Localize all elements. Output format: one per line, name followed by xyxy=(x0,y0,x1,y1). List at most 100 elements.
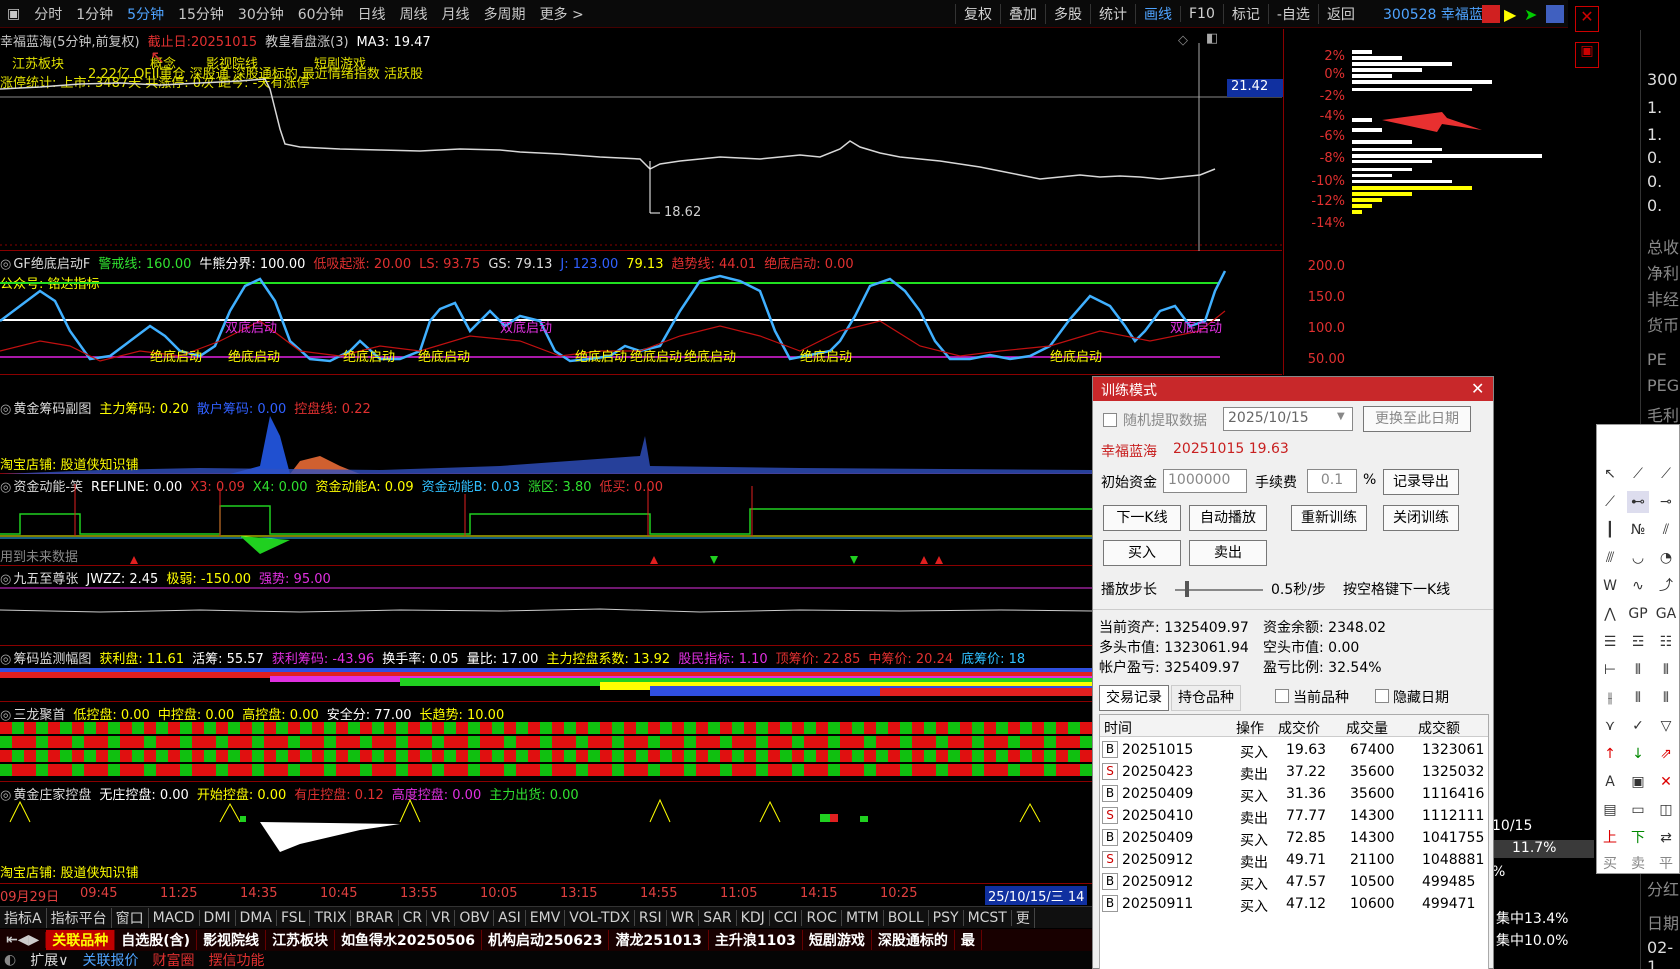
tab-60min[interactable]: 60分钟 xyxy=(291,4,351,24)
table-row[interactable]: B 20250409 买入 31.36 35600 1116416 xyxy=(1100,783,1488,805)
indicator-pane-zhuang[interactable]: ◎ 黄金庄家控盘 无庄控盘: 0.00 开始控盘: 0.00 有庄控盘: 0.12 高度控… xyxy=(0,782,1282,884)
tab-ruyu[interactable]: 如鱼得水20250506 xyxy=(335,930,482,950)
circle-icon[interactable]: ◔ xyxy=(1655,547,1677,569)
capital-input[interactable]: 1000000 xyxy=(1163,469,1247,493)
check-icon[interactable]: ✓ xyxy=(1627,715,1649,737)
fib3-icon[interactable]: ☷ xyxy=(1655,631,1677,653)
period2-icon[interactable]: ⦀ xyxy=(1655,659,1677,681)
tab-asi[interactable]: ASI xyxy=(494,909,526,926)
vline-icon[interactable]: ┃ xyxy=(1599,519,1621,541)
tab-obv[interactable]: OBV xyxy=(455,909,495,926)
current-only-checkbox[interactable] xyxy=(1275,689,1289,703)
bars2-icon[interactable]: ⦀ xyxy=(1655,687,1677,709)
ray-icon[interactable]: ⟋ xyxy=(1655,463,1677,485)
go-up-icon[interactable]: 上 xyxy=(1599,827,1621,849)
main-price-pane[interactable]: 幸福蓝海(5分钟,前复权) 截止日:20251015 教皇看盘涨(3) MA3: 19… xyxy=(0,29,1282,251)
stats-button[interactable]: 统计 xyxy=(1090,4,1135,24)
arc-icon[interactable]: ◡ xyxy=(1627,547,1649,569)
tab-mcst[interactable]: MCST xyxy=(964,909,1012,926)
tab-zhushenglang[interactable]: 主升浪1103 xyxy=(709,930,803,950)
tab-30min[interactable]: 30分钟 xyxy=(231,4,291,24)
wealth-circle[interactable]: 财富圈 xyxy=(152,950,194,969)
tab-related[interactable]: 关联品种 xyxy=(46,930,116,950)
tab-rsi[interactable]: RSI xyxy=(635,909,667,926)
go-down-icon[interactable]: 下 xyxy=(1627,827,1649,849)
tab-wr[interactable]: WR xyxy=(667,909,700,926)
panel-toggle-icon[interactable]: ◧ xyxy=(1206,31,1218,46)
delete-icon[interactable]: ✕ xyxy=(1655,771,1677,793)
tab-cr[interactable]: CR xyxy=(399,909,428,926)
tab-dma[interactable]: DMA xyxy=(236,909,277,926)
table-row[interactable]: B 20250912 买入 47.57 10500 499485 xyxy=(1100,871,1488,893)
zigzag-icon[interactable]: ⋀ xyxy=(1599,603,1621,625)
gp-icon[interactable]: GP xyxy=(1627,603,1649,625)
indicator-pane-chipmon[interactable]: ◎ 筹码监测幅图 获利盘: 11.61 活筹: 55.57 获利筹码: -43.96 换手… xyxy=(0,646,1282,702)
tab-jigou[interactable]: 机构启动250623 xyxy=(482,930,610,950)
tab-cci[interactable]: CCI xyxy=(770,909,803,926)
retrain-button[interactable]: 重新训练 xyxy=(1291,505,1367,531)
ruler-icon[interactable]: ▭ xyxy=(1627,799,1649,821)
swing-function[interactable]: 摆信功能 xyxy=(208,950,264,969)
indicator-pane-chips[interactable]: ◎ 黄金筹码副图 主力筹码: 0.20 散户筹码: 0.00 控盘线: 0.22 淘宝店… xyxy=(0,396,1282,474)
tab-brar[interactable]: BRAR xyxy=(351,909,399,926)
overlay-button[interactable]: 叠加 xyxy=(1000,4,1045,24)
tab-multi[interactable]: 多周期 xyxy=(477,4,533,24)
mark-button[interactable]: 标记 xyxy=(1222,4,1268,24)
line-segment-icon[interactable]: ⟋ xyxy=(1627,463,1649,485)
tab-short-drama[interactable]: 短剧游戏 xyxy=(803,930,872,950)
wave-icon[interactable]: W xyxy=(1599,575,1621,597)
indicator-pane-gf[interactable]: ◎ GF绝底启动F 警戒线: 160.00 牛熊分界: 100.00 低吸起涨: 20.… xyxy=(0,251,1282,375)
channel-icon[interactable]: ⫻ xyxy=(1599,547,1621,569)
gann-icon[interactable]: ⫲ xyxy=(1599,687,1621,709)
tab-last[interactable]: 最 xyxy=(955,930,982,950)
fib2-icon[interactable]: ☲ xyxy=(1627,631,1649,653)
down-arrow-icon[interactable]: ↓ xyxy=(1627,743,1649,765)
tab-macd[interactable]: MACD xyxy=(149,909,200,926)
random-checkbox[interactable] xyxy=(1103,413,1117,427)
close-training-button[interactable]: 关闭训练 xyxy=(1383,505,1459,531)
tab-trade-records[interactable]: 交易记录 xyxy=(1099,685,1169,711)
table-row[interactable]: S 20250912 卖出 49.71 21100 1048881 xyxy=(1100,849,1488,871)
close-icon[interactable]: ✕ xyxy=(1575,6,1599,32)
tab-nav-icon[interactable]: ⇤◀▶ xyxy=(0,932,47,948)
buy-button[interactable]: 买入 xyxy=(1103,540,1181,566)
f10-button[interactable]: F10 xyxy=(1180,6,1223,22)
tab-sar[interactable]: SAR xyxy=(699,909,737,926)
pane-menu-icon[interactable]: ◎ xyxy=(0,652,11,666)
up-arrow-icon[interactable]: ↑ xyxy=(1599,743,1621,765)
sell-button[interactable]: 卖出 xyxy=(1189,540,1267,566)
hline-icon[interactable]: ⊷ xyxy=(1627,491,1649,513)
window-icon[interactable] xyxy=(1546,5,1564,23)
tab-emv[interactable]: EMV xyxy=(526,909,566,926)
tab-week[interactable]: 周线 xyxy=(393,4,435,24)
fee-input[interactable]: 0.1 xyxy=(1307,469,1357,493)
text-icon[interactable]: A xyxy=(1599,771,1621,793)
tab-more[interactable]: 更多 > xyxy=(533,4,591,24)
remove-watch-button[interactable]: -自选 xyxy=(1267,4,1318,24)
table-row[interactable]: S 20250410 卖出 77.77 14300 1112111 xyxy=(1100,805,1488,827)
tab-day[interactable]: 日线 xyxy=(351,4,393,24)
tab-jiangsu[interactable]: 江苏板块 xyxy=(266,930,336,950)
parallel-icon[interactable]: ⫽ xyxy=(1655,519,1677,541)
tab-1min[interactable]: 1分钟 xyxy=(69,4,120,24)
trend-icon[interactable]: ⤴ xyxy=(1655,575,1677,597)
ga-icon[interactable]: GA xyxy=(1655,603,1677,625)
table-row[interactable]: B 20251015 买入 19.63 67400 1323061 xyxy=(1100,739,1488,761)
tab-indicator-a[interactable]: 指标A xyxy=(0,907,47,928)
number-icon[interactable]: № xyxy=(1627,519,1649,541)
multi-stock-button[interactable]: 多股 xyxy=(1045,4,1090,24)
tab-watchlist[interactable]: 自选股(含) xyxy=(115,930,198,950)
hray-icon[interactable]: ⊸ xyxy=(1655,491,1677,513)
collapse-icon[interactable]: ▣ xyxy=(1575,42,1599,68)
dialog-close-icon[interactable]: ✕ xyxy=(1471,379,1484,398)
table-row[interactable]: B 20250409 买入 72.85 14300 1041755 xyxy=(1100,827,1488,849)
arrow-flag-icon[interactable]: ▶ xyxy=(1504,5,1516,24)
tab-month[interactable]: 月线 xyxy=(435,4,477,24)
tab-window[interactable]: 窗口 xyxy=(112,907,149,928)
indicator-pane-sanlong[interactable]: ◎ 三龙聚首 低控盘: 0.00 中控盘: 0.00 高控盘: 0.00 安全分: 77.… xyxy=(0,702,1282,782)
tab-15min[interactable]: 15分钟 xyxy=(171,4,231,24)
auto-play-button[interactable]: 自动播放 xyxy=(1189,505,1267,531)
change-date-button[interactable]: 更换至此日期 xyxy=(1363,406,1471,432)
tab-vol-tdx[interactable]: VOL-TDX xyxy=(565,909,635,926)
pointer-icon[interactable]: ↖ xyxy=(1599,463,1621,485)
